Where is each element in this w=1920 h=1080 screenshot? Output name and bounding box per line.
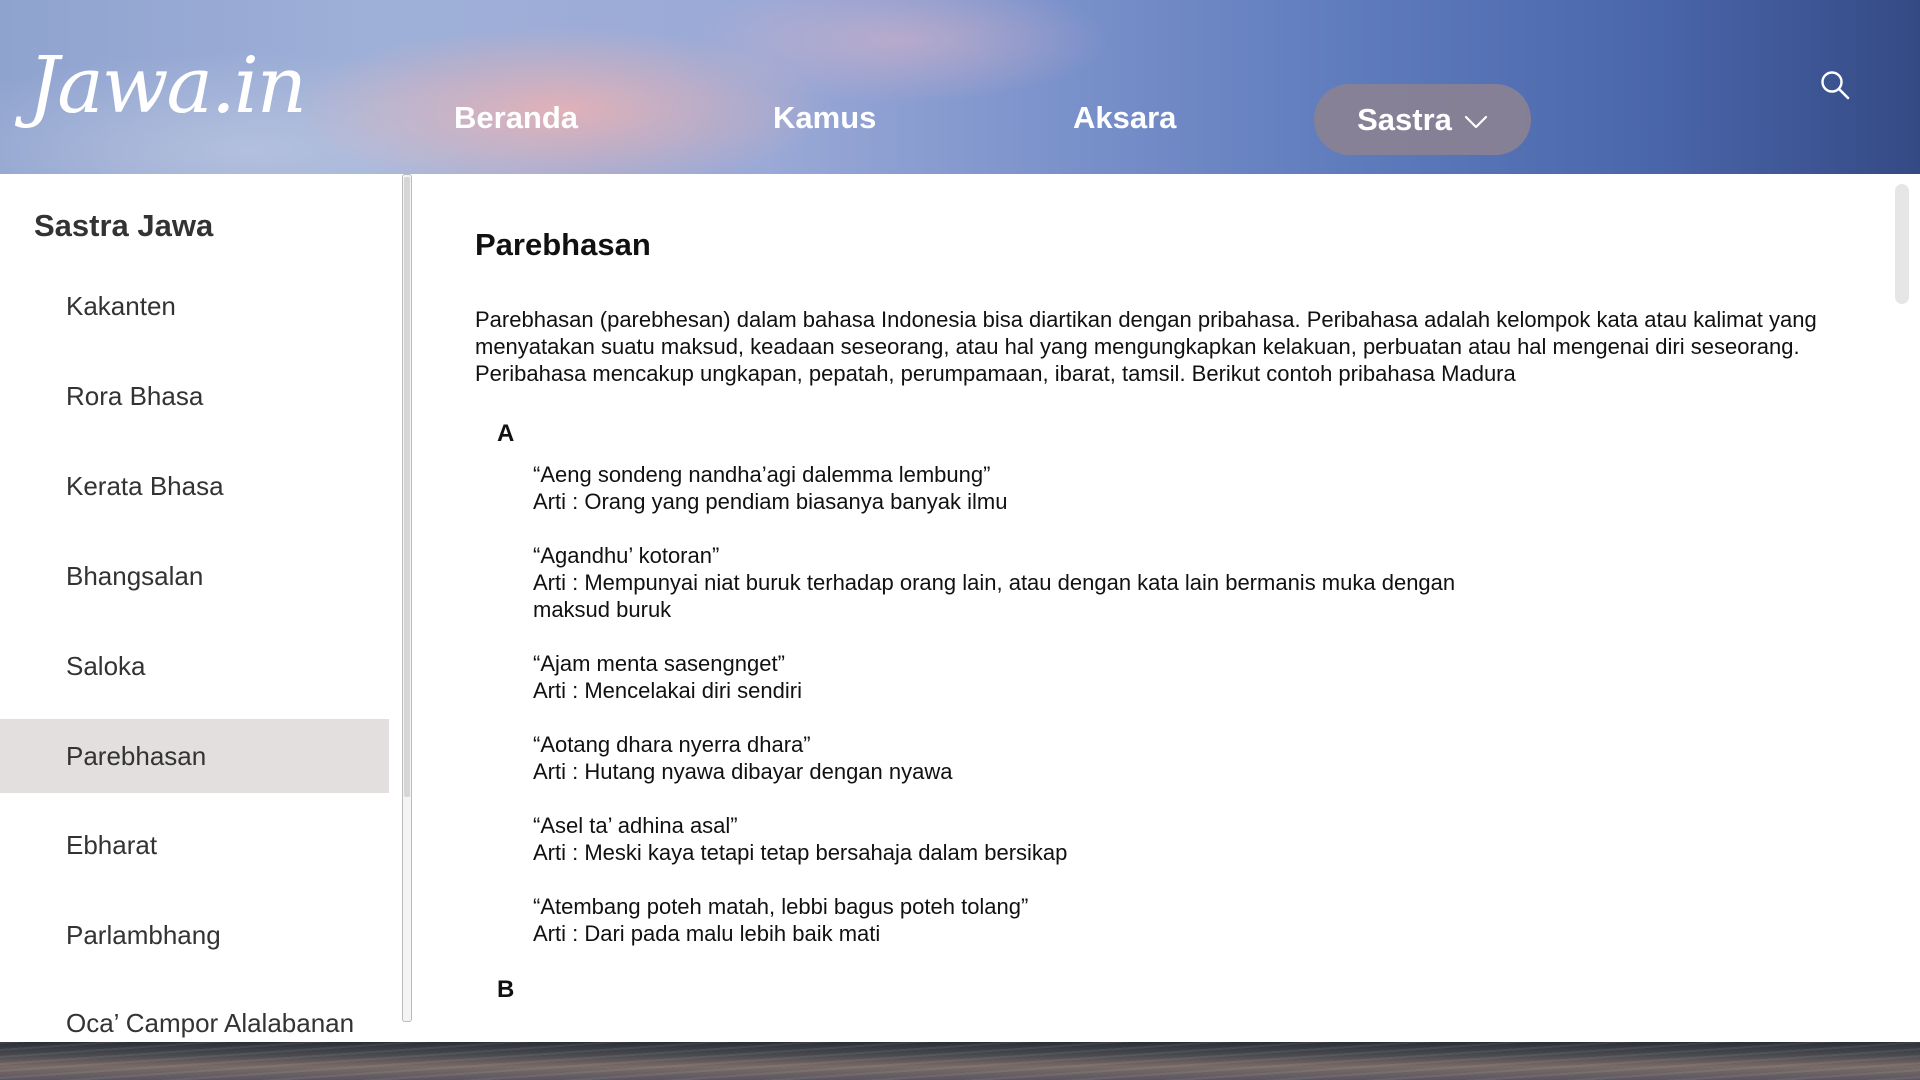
sidebar-item-label: Saloka	[66, 651, 146, 681]
proverb-phrase: “Ajam menta sasengnget”	[533, 651, 785, 676]
proverb-entry: “Agandhu’ kotoran” Arti : Mempunyai niat…	[533, 542, 1533, 623]
proverb-phrase: “Aeng sondeng nandha’agi dalemma lembung…	[533, 462, 991, 487]
sidebar-scrollbar[interactable]	[402, 174, 412, 1022]
proverb-meaning: Arti : Dari pada malu lebih baik mati	[533, 921, 881, 946]
page: Jawa.in Beranda Kamus Aksara Sastra Sast…	[0, 0, 1920, 1080]
sidebar-scrollbar-thumb[interactable]	[404, 177, 410, 797]
proverb-entry: “Asel ta’ adhina asal” Arti : Meski kaya…	[533, 812, 1533, 866]
sidebar-item-label: Rora Bhasa	[66, 381, 204, 411]
sidebar-item-label: Bhangsalan	[66, 561, 204, 591]
nav-sastra-label: Sastra	[1357, 101, 1452, 137]
proverb-meaning: Arti : Mempunyai niat buruk terhadap ora…	[533, 570, 1456, 622]
sidebar-item-saloka[interactable]: Saloka	[0, 629, 389, 703]
sidebar-item-label: Ebharat	[66, 830, 158, 860]
sidebar-item-rora-bhasa[interactable]: Rora Bhasa	[0, 359, 389, 433]
proverb-phrase: “Aotang dhara nyerra dhara”	[533, 732, 811, 757]
proverb-meaning: Arti : Orang yang pendiam biasanya banya…	[533, 489, 1008, 514]
proverb-entry: “Aotang dhara nyerra dhara” Arti : Hutan…	[533, 731, 1533, 785]
sidebar-item-parlambhang[interactable]: Parlambhang	[0, 898, 389, 972]
search-icon[interactable]	[1820, 70, 1850, 100]
section-letter-a: A	[497, 420, 515, 447]
sidebar-item-kerata-bhasa[interactable]: Kerata Bhasa	[0, 449, 389, 523]
logo[interactable]: Jawa.in	[28, 36, 348, 136]
proverb-phrase: “Atembang poteh matah, lebbi bagus poteh…	[533, 894, 1029, 919]
sidebar-item-parebhasan[interactable]: Parebhasan	[0, 719, 389, 793]
sidebar-item-label: Parlambhang	[66, 920, 221, 950]
sidebar-item-label: Kerata Bhasa	[66, 471, 224, 501]
nav-kamus[interactable]: Kamus	[773, 100, 876, 136]
proverb-meaning: Arti : Mencelakai diri sendiri	[533, 678, 802, 703]
nav-beranda[interactable]: Beranda	[454, 100, 578, 136]
sidebar-item-kakanten[interactable]: Kakanten	[0, 269, 389, 343]
proverb-phrase: “Agandhu’ kotoran”	[533, 543, 720, 568]
proverb-entry: “Atembang poteh matah, lebbi bagus poteh…	[533, 893, 1533, 947]
proverb-meaning: Arti : Meski kaya tetapi tetap bersahaja…	[533, 840, 1068, 865]
header: Jawa.in Beranda Kamus Aksara Sastra	[0, 0, 1920, 174]
sidebar-item-label: Kakanten	[66, 291, 176, 321]
page-title: Parebhasan	[475, 227, 651, 262]
sidebar-item-label: Parebhasan	[66, 741, 207, 771]
proverb-entry: “Ajam menta sasengnget” Arti : Mencelaka…	[533, 650, 1533, 704]
chevron-down-icon	[1464, 115, 1487, 128]
footer-image-strip	[0, 1042, 1920, 1080]
sidebar-title: Sastra Jawa	[34, 208, 214, 243]
intro-paragraph: Parebhasan (parebhesan) dalam bahasa Ind…	[475, 307, 1817, 386]
sidebar-item-bhangsalan[interactable]: Bhangsalan	[0, 539, 389, 613]
nav-aksara[interactable]: Aksara	[1073, 100, 1176, 136]
main-scrollbar[interactable]	[1895, 184, 1909, 304]
main-content: Parebhasan Parebhasan (parebhesan) dalam…	[475, 174, 1875, 1042]
proverb-phrase: “Asel ta’ adhina asal”	[533, 813, 738, 838]
sidebar: Sastra Jawa Kakanten Rora Bhasa Kerata B…	[0, 174, 412, 1042]
nav-sastra-dropdown[interactable]: Sastra	[1314, 84, 1531, 155]
proverb-meaning: Arti : Hutang nyawa dibayar dengan nyawa	[533, 759, 953, 784]
proverb-entry: “Aeng sondeng nandha’agi dalemma lembung…	[533, 461, 1533, 515]
sidebar-item-ebharat[interactable]: Ebharat	[0, 808, 389, 882]
section-letter-b: B	[497, 976, 515, 1003]
